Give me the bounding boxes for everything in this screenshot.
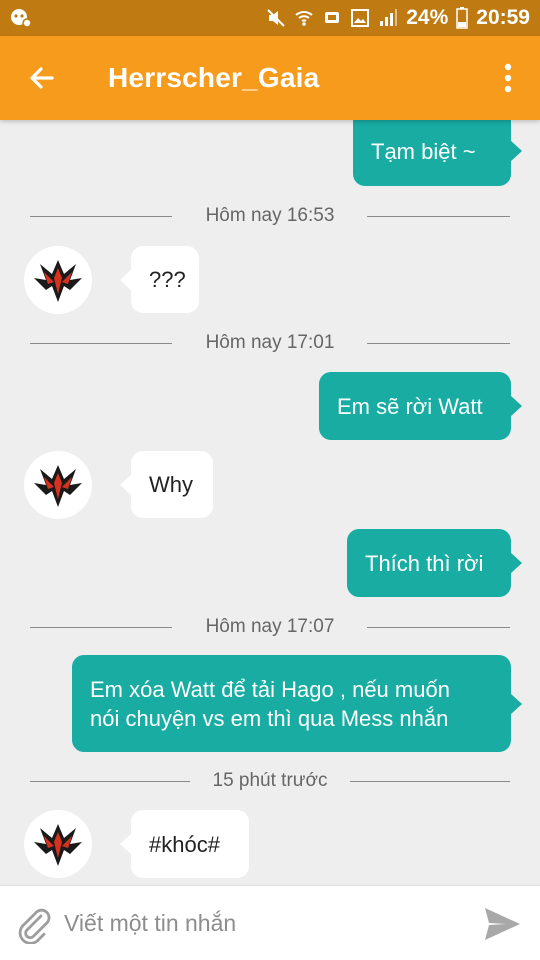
image-icon (351, 9, 370, 27)
attachment-clip-icon[interactable] (14, 904, 54, 944)
emblem-avatar-image (34, 824, 82, 866)
separator-label: Hôm nay 16:53 (205, 205, 335, 226)
contact-avatar[interactable] (24, 246, 92, 314)
message-text: Thích thì rời (365, 550, 484, 576)
contact-avatar[interactable] (24, 810, 92, 878)
message-text: Tạm biệt ~ (371, 138, 476, 164)
status-bar: 24% 20:59 (0, 0, 540, 36)
cast-icon (325, 12, 340, 23)
outgoing-message[interactable]: Em xóa Watt để tải Hago , nếu muốn nói c… (72, 655, 522, 752)
message-text-line: nói chuyện vs em thì qua Mess nhắn (90, 705, 449, 731)
emblem-avatar-image (34, 260, 82, 302)
date-separator: Hôm nay 16:53 (30, 204, 510, 228)
back-arrow-icon[interactable] (22, 58, 62, 98)
message-text: ??? (149, 267, 186, 292)
outgoing-message[interactable]: Tạm biệt ~ (353, 120, 522, 186)
outgoing-message[interactable]: Thích thì rời (347, 529, 522, 597)
separator-label: Hôm nay 17:07 (205, 616, 335, 637)
emblem-avatar-image (34, 465, 82, 507)
app-notification-icon (11, 9, 32, 28)
incoming-message[interactable]: ??? (120, 246, 199, 313)
message-composer (0, 885, 540, 960)
signal-icon (380, 9, 398, 26)
message-text: Em sẽ rời Watt (337, 393, 483, 419)
message-text: Why (149, 472, 193, 497)
mute-icon (267, 9, 285, 27)
wifi-icon (295, 11, 313, 26)
date-separator: Hôm nay 17:01 (30, 331, 510, 355)
message-text-line: Em xóa Watt để tải Hago , nếu muốn (90, 676, 450, 702)
separator-label: Hôm nay 17:01 (205, 332, 335, 353)
incoming-message[interactable]: Why (120, 451, 213, 518)
battery-percent: 24% (406, 6, 449, 29)
outgoing-message[interactable]: Em sẽ rời Watt (319, 372, 522, 440)
message-list[interactable]: Tạm biệt ~ Hôm nay 16:53 ??? Hôm nay 17:… (0, 120, 540, 885)
date-separator: 15 phút trước (30, 769, 510, 793)
contact-avatar[interactable] (24, 451, 92, 519)
app-bar: Herrscher_Gaia (0, 36, 540, 120)
separator-label: 15 phút trước (212, 770, 328, 791)
clock: 20:59 (476, 6, 530, 29)
send-icon[interactable] (482, 904, 522, 944)
message-text: #khóc# (149, 831, 220, 857)
conversation-title: Herrscher_Gaia (108, 62, 320, 93)
date-separator: Hôm nay 17:07 (30, 615, 510, 639)
message-input[interactable] (64, 900, 464, 946)
incoming-message[interactable]: #khóc# (120, 810, 249, 878)
battery-icon (456, 7, 469, 29)
more-options-icon[interactable] (498, 62, 518, 94)
